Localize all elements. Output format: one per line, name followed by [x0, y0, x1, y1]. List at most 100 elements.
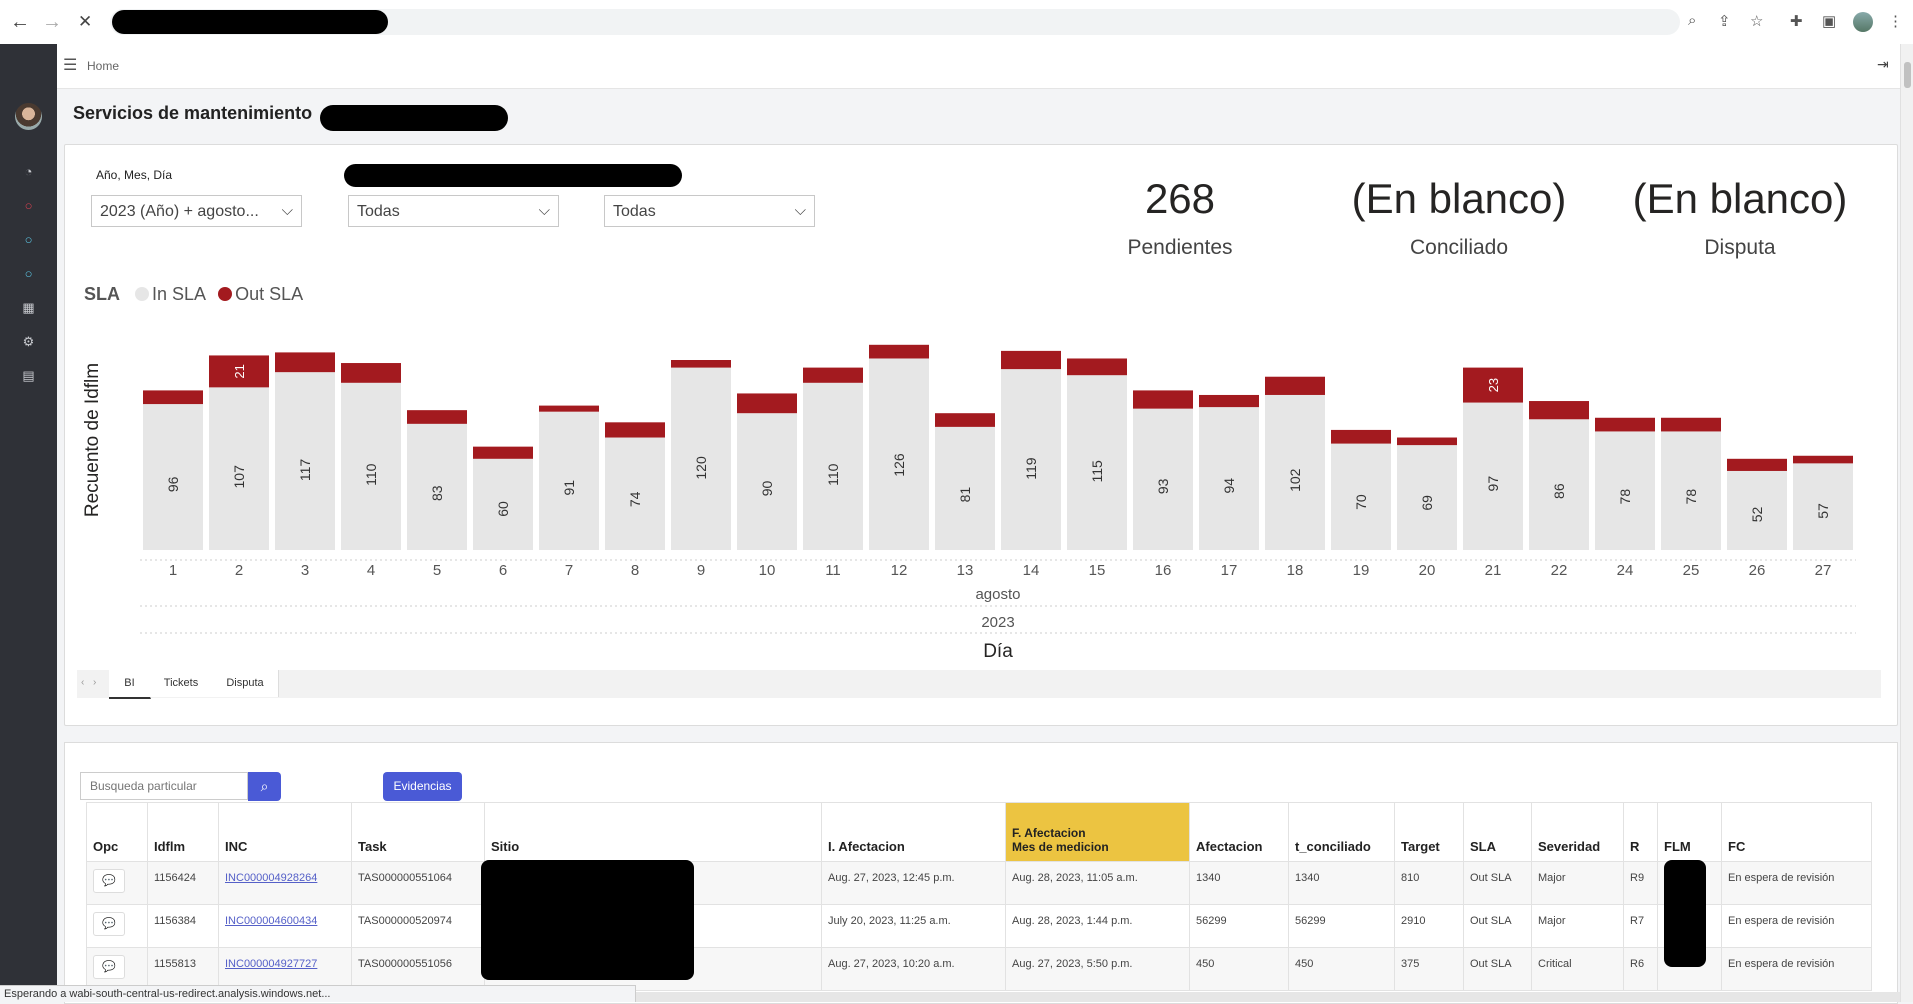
col-opc[interactable]: Opc [86, 802, 148, 862]
f-afectacion-cell: Aug. 27, 2023, 5:50 p.m. [1005, 947, 1190, 991]
x-tick-label: 4 [367, 562, 375, 579]
bar-out-sla [473, 446, 533, 459]
col-afectacion[interactable]: Afectacion [1189, 802, 1289, 862]
circle-red-icon[interactable]: ○ [0, 198, 57, 213]
col-severidad[interactable]: Severidad [1531, 802, 1624, 862]
bar-out-sla [1265, 376, 1325, 395]
x-tick-label: 6 [499, 562, 507, 579]
x-tick-label: 12 [891, 562, 908, 579]
dashboard-icon[interactable]: ◔ [0, 164, 57, 179]
x-tick-label: 17 [1221, 562, 1238, 579]
extensions-icon[interactable]: ✚ [1790, 12, 1803, 30]
chevron-down-icon: ⌵ [794, 202, 806, 219]
app-sidebar: ◔ ○ ○ ○ ▦ ⚙ ▤ [0, 44, 57, 1002]
filter-3-dropdown[interactable]: Todas ⌵ [604, 195, 815, 227]
severidad-cell: Critical [1531, 947, 1624, 991]
x-tick-label: 7 [565, 562, 573, 579]
search-input[interactable] [80, 772, 248, 800]
col-idflm[interactable]: Idflm [147, 802, 219, 862]
col-r[interactable]: R [1623, 802, 1658, 862]
inc-link[interactable]: INC000004600434 [225, 915, 317, 927]
col-flm[interactable]: FLM [1657, 802, 1722, 862]
date-filter-label: Año, Mes, Día [96, 168, 173, 182]
address-bar[interactable] [110, 9, 1680, 35]
tab-prev-icon[interactable]: ‹ [81, 677, 84, 688]
evidencias-button[interactable]: Evidencias [383, 772, 462, 801]
table-row[interactable]: 💬 1156384 INC000004600434 TAS00000052097… [86, 904, 1872, 948]
back-icon[interactable]: ← [10, 11, 30, 34]
r-cell: R9 [1623, 861, 1658, 905]
breadcrumb-home[interactable]: Home [87, 59, 119, 73]
filter-2-dropdown[interactable]: Todas ⌵ [348, 195, 559, 227]
data-label-in-sla: 60 [495, 501, 511, 517]
tab-next-icon[interactable]: › [93, 677, 96, 688]
calendar-icon[interactable]: ▦ [0, 300, 57, 316]
hamburger-icon[interactable]: ☰ [63, 55, 77, 75]
bar-out-sla [605, 422, 665, 438]
horizontal-scrollbar[interactable] [636, 992, 1900, 1002]
share-icon[interactable]: ⇪ [1718, 12, 1731, 30]
f-afectacion-cell: Aug. 28, 2023, 1:44 p.m. [1005, 904, 1190, 948]
inc-link[interactable]: INC000004928264 [225, 872, 317, 884]
logout-icon[interactable]: ⇥ [1877, 56, 1889, 73]
tab-tickets[interactable]: Tickets [150, 670, 213, 697]
severidad-cell: Major [1531, 861, 1624, 905]
col-fc[interactable]: FC [1721, 802, 1872, 862]
inc-cell: INC000004928264 [218, 861, 352, 905]
col-target[interactable]: Target [1394, 802, 1464, 862]
afectacion-cell: 56299 [1189, 904, 1289, 948]
x-tick-label: 24 [1617, 562, 1634, 579]
chevron-down-icon: ⌵ [538, 202, 550, 219]
severidad-cell: Major [1531, 904, 1624, 948]
sla-cell: Out SLA [1463, 861, 1532, 905]
close-icon[interactable]: ✕ [78, 12, 92, 32]
kpi-conciliado-label: Conciliado [1409, 236, 1509, 259]
legend-in-sla-label[interactable]: In SLA [152, 284, 205, 304]
user-avatar[interactable] [15, 103, 42, 130]
col-sla[interactable]: SLA [1463, 802, 1532, 862]
forward-icon[interactable]: → [42, 11, 62, 34]
x-tick-label: 9 [697, 562, 705, 579]
col-task[interactable]: Task [351, 802, 485, 862]
col-f-afectacion[interactable]: F. Afectacion Mes de medicion [1005, 802, 1190, 862]
data-label-in-sla: 96 [165, 476, 181, 492]
chevron-down-icon: ⌵ [281, 202, 293, 219]
kpi-pendientes-label: Pendientes [1127, 236, 1233, 259]
sidepanel-icon[interactable]: ▣ [1822, 12, 1836, 30]
sla-stacked-bar-chart[interactable]: Recuento de Idflm 96110721211731104835606… [70, 320, 1870, 680]
fc-cell: En espera de revisión [1721, 947, 1872, 991]
data-label-in-sla: 126 [891, 453, 907, 477]
zoom-icon[interactable]: ⌕ [1688, 12, 1696, 29]
star-icon[interactable]: ☆ [1750, 12, 1763, 30]
col-t-conciliado[interactable]: t_conciliado [1288, 802, 1395, 862]
x-tick-label: 3 [301, 562, 309, 579]
title-redaction [320, 105, 508, 131]
data-label-in-sla: 91 [561, 480, 577, 496]
comment-icon[interactable]: 💬 [93, 912, 125, 936]
col-sitio[interactable]: Sitio [484, 802, 822, 862]
contact-icon[interactable]: ▤ [0, 368, 57, 384]
comment-icon[interactable]: 💬 [93, 955, 125, 979]
y-axis-title: Recuento de Idflm [82, 363, 103, 517]
legend-out-sla-label[interactable]: Out SLA [235, 284, 303, 304]
circle-blue-2-icon[interactable]: ○ [0, 266, 57, 281]
gears-icon[interactable]: ⚙ [0, 334, 57, 350]
data-label-in-sla: 52 [1749, 506, 1765, 522]
col-inc[interactable]: INC [218, 802, 352, 862]
vertical-scrollbar[interactable] [1900, 44, 1913, 1002]
inc-link[interactable]: INC000004927727 [225, 958, 317, 970]
x-tick-label: 11 [825, 562, 841, 579]
col-i-afectacion[interactable]: I. Afectacion [821, 802, 1006, 862]
table-row[interactable]: 💬 1156424 INC000004928264 TAS00000055106… [86, 861, 1872, 905]
menu-icon[interactable]: ⋮ [1888, 12, 1903, 30]
tab-disputa[interactable]: Disputa [212, 670, 279, 697]
profile-avatar[interactable] [1853, 12, 1873, 32]
x-tick-label: 26 [1749, 562, 1766, 579]
date-filter-dropdown[interactable]: 2023 (Año) + agosto... ⌵ [91, 195, 302, 227]
tab-bi[interactable]: BI [109, 670, 151, 699]
search-button[interactable]: ⌕ [248, 772, 281, 801]
col-f-afectacion-line1: F. Afectacion [1012, 826, 1086, 840]
comment-icon[interactable]: 💬 [93, 869, 125, 893]
scrollbar-thumb[interactable] [1904, 62, 1911, 88]
circle-blue-icon[interactable]: ○ [0, 232, 57, 247]
